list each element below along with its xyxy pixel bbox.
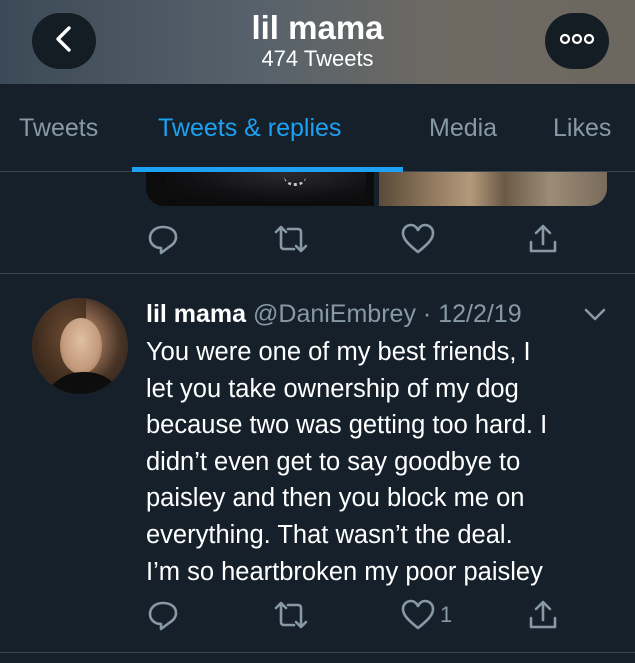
media-photo-dog[interactable]: [146, 172, 374, 206]
profile-tabs: Tweets Tweets & replies Media Likes: [0, 84, 635, 172]
tweet-divider: [0, 273, 635, 274]
tab-tweets-and-replies[interactable]: Tweets & replies: [158, 112, 341, 144]
tweet-display-name[interactable]: lil mama: [146, 300, 246, 328]
like-button[interactable]: [400, 222, 436, 256]
reply-icon: [146, 222, 180, 256]
tweet-text-line: paisley and then you block me on: [146, 484, 525, 513]
tweet-actions: 1: [146, 598, 566, 632]
more-options-button[interactable]: [545, 13, 609, 69]
tweet-text-line: I’m so heartbroken my poor paisley: [146, 557, 543, 586]
retweet-icon: [272, 598, 310, 632]
tweet-text-line: didn’t even get to say goodbye to: [146, 447, 521, 476]
retweet-button[interactable]: [272, 222, 310, 256]
avatar[interactable]: [32, 298, 128, 394]
like-count: 1: [440, 602, 453, 627]
chevron-down-icon: [580, 308, 610, 330]
tweet-separator: ·: [422, 300, 432, 328]
profile-name-title: lil mama: [251, 9, 384, 46]
heart-icon: [400, 598, 436, 632]
tweet-handle[interactable]: @DaniEmbrey: [253, 300, 416, 328]
media-photo-room[interactable]: [379, 172, 607, 206]
share-button[interactable]: [526, 222, 560, 256]
tab-likes[interactable]: Likes: [553, 112, 611, 144]
share-button[interactable]: [526, 598, 560, 632]
previous-tweet-media[interactable]: [146, 172, 607, 206]
tweet-text-line: because two was getting too hard. I: [146, 411, 548, 440]
like-button[interactable]: 1: [400, 598, 452, 632]
retweet-button[interactable]: [272, 598, 310, 632]
previous-tweet-actions: [146, 222, 566, 256]
photo-fur: [166, 172, 366, 202]
profile-header: lil mama 474 Tweets: [0, 0, 635, 84]
heart-icon: [400, 222, 436, 256]
avatar-face: [60, 318, 102, 374]
tweet-text-line: everything. That wasn’t the deal.: [146, 520, 513, 549]
reply-button[interactable]: [146, 598, 180, 632]
tweet-date[interactable]: 12/2/19: [438, 300, 521, 328]
tweet-text-line: You were one of my best friends, I: [146, 338, 531, 366]
tweet-divider: [0, 652, 635, 653]
reply-button[interactable]: [146, 222, 180, 256]
tweet-header: lil mama @DaniEmbrey · 12/2/19: [146, 298, 522, 330]
tweet-menu-button[interactable]: [580, 302, 610, 326]
share-icon: [526, 222, 560, 256]
tab-tweets[interactable]: Tweets: [19, 112, 98, 144]
tweet-text-line: let you take ownership of my dog: [146, 374, 519, 403]
reply-icon: [146, 598, 180, 632]
tab-media[interactable]: Media: [429, 112, 497, 144]
retweet-icon: [272, 222, 310, 256]
more-dots-icon: [559, 32, 595, 50]
share-icon: [526, 598, 560, 632]
tweet-count: 474 Tweets: [261, 46, 374, 71]
tweet-text: You were one of my best friends, I let y…: [146, 334, 616, 590]
